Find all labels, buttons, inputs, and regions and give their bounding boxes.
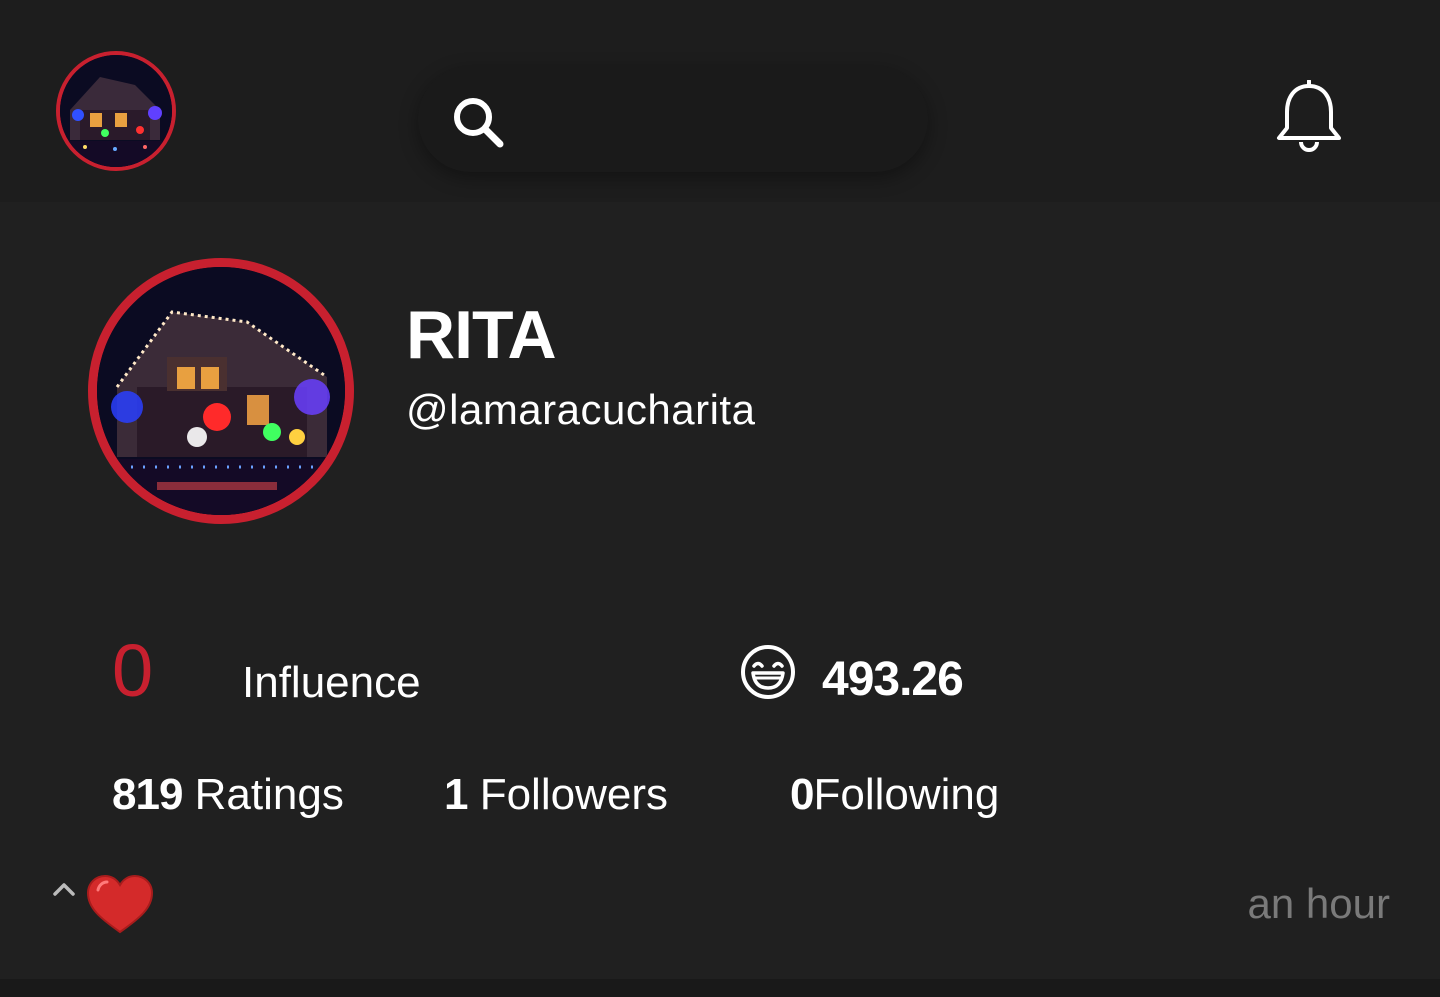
- post-timestamp: an hour: [1247, 880, 1390, 927]
- profile-photo: [97, 267, 345, 515]
- score-value: 493.26: [822, 653, 964, 706]
- followers-stat[interactable]: 1 Followers: [444, 770, 668, 820]
- following-stat[interactable]: 0Following: [790, 770, 999, 820]
- followers-count: 1: [444, 770, 469, 819]
- influence-label: Influence: [242, 658, 421, 707]
- divider: [0, 979, 1440, 997]
- profile-handle: @lamaracucharita: [406, 386, 756, 433]
- chevron-up-icon[interactable]: [50, 878, 78, 900]
- avatar-photo: [60, 55, 172, 167]
- ratings-label: Ratings: [182, 770, 344, 819]
- top-header: [0, 0, 1440, 202]
- influence-value: 0: [112, 629, 154, 712]
- following-count: 0: [790, 770, 815, 819]
- profile-name: RITA: [406, 297, 557, 373]
- search-bar[interactable]: [418, 66, 928, 172]
- profile-avatar: [88, 258, 354, 524]
- laughing-face-icon: [740, 644, 796, 700]
- following-label: Following: [813, 770, 1000, 819]
- user-avatar-button[interactable]: [56, 51, 176, 171]
- heart-icon[interactable]: [86, 874, 154, 936]
- followers-label: Followers: [467, 770, 668, 819]
- ratings-stat[interactable]: 819 Ratings: [112, 770, 344, 820]
- profile-screen: RITA @lamaracucharita 0 Influence 493.26…: [0, 0, 1440, 997]
- ratings-count: 819: [112, 770, 183, 819]
- bell-icon[interactable]: [1274, 79, 1344, 156]
- search-icon[interactable]: [450, 94, 506, 150]
